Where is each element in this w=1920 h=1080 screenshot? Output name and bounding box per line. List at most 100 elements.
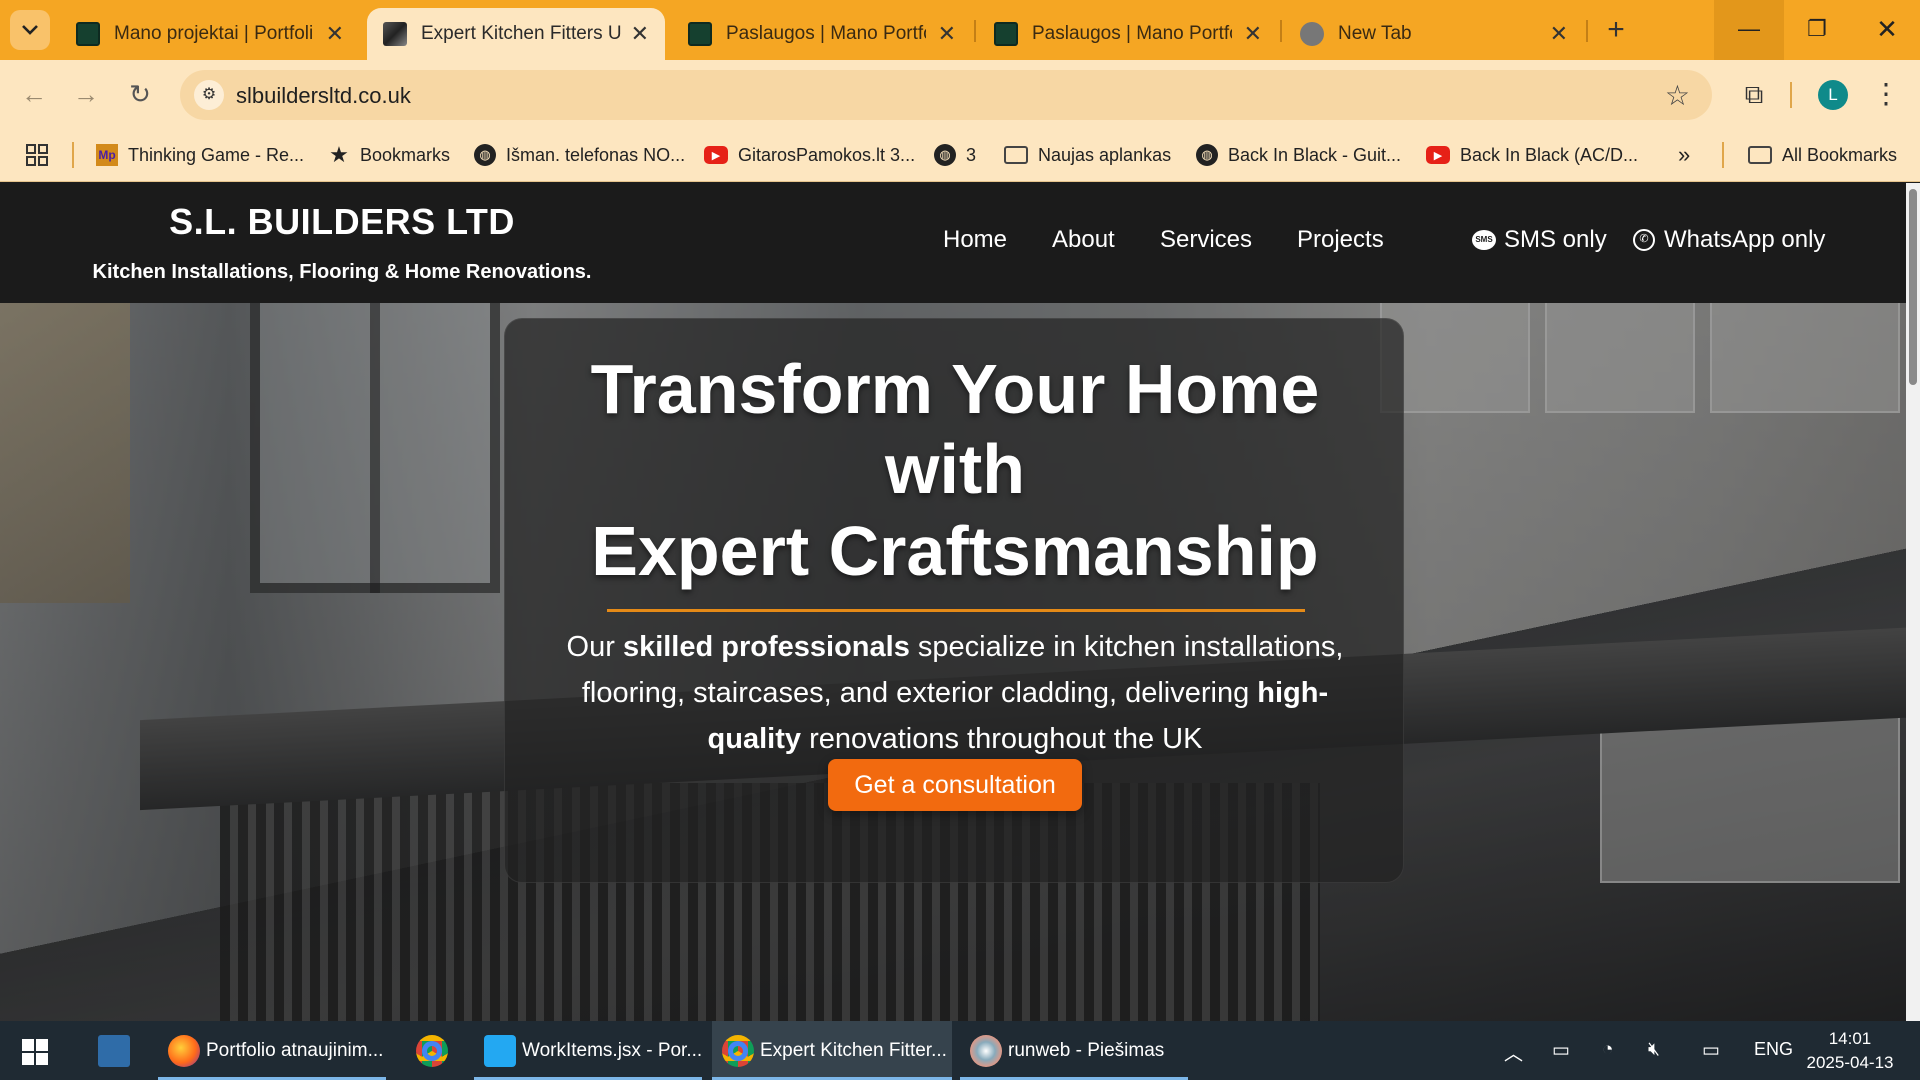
- bookmark-label: Naujas aplankas: [1038, 144, 1172, 165]
- tab-title: Mano projektai | Portfolio: [114, 23, 314, 44]
- close-tab-icon[interactable]: ✕: [1244, 21, 1262, 47]
- windows-start-icon[interactable]: [22, 1039, 48, 1065]
- get-consultation-button[interactable]: Get a consultation: [828, 759, 1082, 811]
- taskbar-app-remote[interactable]: [92, 1021, 136, 1080]
- site-header: S.L. BUILDERS LTD Kitchen Installations,…: [0, 183, 1906, 303]
- page-scrollbar[interactable]: [1906, 183, 1920, 1021]
- hero-card: Transform Your Home with Expert Craftsma…: [504, 318, 1404, 883]
- bookmark-divider: [1722, 142, 1724, 168]
- hero-heading-line-1: Transform Your Home: [590, 350, 1320, 428]
- close-window-button[interactable]: ✕: [1852, 0, 1920, 60]
- windows-taskbar: Portfolio atnaujinim... WorkItems.jsx - …: [0, 1021, 1920, 1080]
- tab-title: Expert Kitchen Fitters UK: [421, 23, 621, 44]
- nav-services[interactable]: Services: [1160, 226, 1252, 254]
- bookmark-label: Thinking Game - Re...: [128, 144, 305, 165]
- heading-underline: [607, 609, 1305, 612]
- scrollbar-thumb[interactable]: [1909, 189, 1917, 385]
- taskbar-paint[interactable]: runweb - Piešimas: [960, 1021, 1188, 1080]
- tab-title: New Tab: [1338, 23, 1412, 44]
- bookmark-item[interactable]: ▶ GitarosPamokos.lt 3...: [704, 142, 915, 168]
- toolbar-divider: [1790, 82, 1792, 108]
- menu-kebab-icon[interactable]: ⋮: [1868, 76, 1904, 112]
- youtube-icon: ▶: [704, 146, 728, 164]
- profile-avatar[interactable]: L: [1818, 80, 1848, 110]
- chrome-icon: [416, 1034, 448, 1067]
- bookmark-item[interactable]: ▶ Back In Black (AC/D...: [1426, 142, 1638, 168]
- nav-home[interactable]: Home: [943, 226, 1007, 254]
- bookmark-item[interactable]: Mp Thinking Game - Re...: [96, 142, 304, 168]
- folder-icon: [1748, 146, 1772, 164]
- whatsapp-label: WhatsApp only: [1664, 226, 1826, 253]
- taskbar-chrome[interactable]: [404, 1021, 460, 1080]
- sms-label: SMS only: [1504, 226, 1607, 253]
- new-tab-button[interactable]: +: [1598, 12, 1634, 48]
- close-tab-icon[interactable]: ✕: [326, 21, 344, 47]
- extensions-icon[interactable]: ⧉: [1736, 76, 1772, 112]
- restore-button[interactable]: ❐: [1782, 0, 1852, 60]
- new-tab-favicon-icon: [1300, 22, 1324, 46]
- tab-title: Paslaugos | Mano Portfolio: [726, 23, 926, 44]
- battery-icon[interactable]: ▭: [1552, 1039, 1570, 1062]
- browser-tab-active[interactable]: Expert Kitchen Fitters UK ✕: [367, 8, 665, 60]
- taskbar-label: Expert Kitchen Fitter...: [760, 1039, 947, 1061]
- bookmark-folder[interactable]: Naujas aplankas: [1004, 142, 1171, 168]
- browser-tab[interactable]: Paslaugos | Mano Portfolio ✕: [978, 8, 1278, 60]
- close-tab-icon[interactable]: ✕: [1550, 21, 1568, 47]
- forward-icon[interactable]: →: [68, 76, 104, 112]
- bookmark-item[interactable]: ◍ 3: [934, 142, 976, 168]
- globe-icon: ◍: [474, 144, 496, 166]
- bookmark-divider: [72, 142, 74, 168]
- brand-tagline: Kitchen Installations, Flooring & Home R…: [92, 261, 592, 283]
- tab-strip: Mano projektai | Portfolio ✕ Expert Kitc…: [0, 0, 1920, 60]
- browser-toolbar: ← → ↻ ⚙ slbuildersltd.co.uk ☆ ⧉ L ⋮: [0, 60, 1920, 128]
- volume-muted-icon[interactable]: 🔇︎: [1648, 1039, 1660, 1061]
- folder-icon: [1004, 146, 1028, 164]
- whatsapp-contact-link[interactable]: ✆ WhatsApp only: [1632, 226, 1825, 254]
- show-hidden-icons-chevron-icon[interactable]: ︿: [1504, 1039, 1523, 1066]
- bookmarks-bar: Mp Thinking Game - Re... ★ Bookmarks ◍ I…: [0, 128, 1920, 182]
- language-indicator[interactable]: ENG: [1754, 1039, 1793, 1060]
- nav-about[interactable]: About: [1052, 226, 1115, 254]
- browser-tab[interactable]: Paslaugos | Mano Portfolio ✕: [672, 8, 972, 60]
- chrome-icon: [722, 1034, 754, 1067]
- close-tab-icon[interactable]: ✕: [938, 21, 956, 47]
- bookmark-label: All Bookmarks: [1782, 144, 1898, 165]
- star-icon: ★: [329, 142, 349, 167]
- bookmark-star-icon[interactable]: ☆: [1665, 79, 1690, 112]
- address-bar[interactable]: ⚙ slbuildersltd.co.uk ☆: [180, 70, 1712, 120]
- reload-icon[interactable]: ↻: [122, 76, 158, 112]
- browser-tab[interactable]: New Tab ✕: [1284, 8, 1584, 60]
- sms-contact-link[interactable]: SMS SMS only: [1472, 226, 1607, 254]
- bookmark-label: Back In Black (AC/D...: [1460, 144, 1639, 165]
- taskbar-label: WorkItems.jsx - Por...: [522, 1039, 703, 1061]
- wifi-icon[interactable]: ◔: [1602, 1039, 1613, 1061]
- bookmark-label: 3: [966, 144, 977, 165]
- nav-projects[interactable]: Projects: [1297, 226, 1384, 254]
- tab-search-button[interactable]: [10, 10, 50, 50]
- bookmark-item[interactable]: ◍ Išman. telefonas NO...: [474, 142, 685, 168]
- bookmark-item[interactable]: ★ Bookmarks: [328, 142, 450, 168]
- bookmark-label: Back In Black - Guit...: [1228, 144, 1402, 165]
- bookmark-item[interactable]: ◍ Back In Black - Guit...: [1196, 142, 1401, 168]
- apps-grid-icon[interactable]: [26, 142, 48, 168]
- clock[interactable]: 14:01 2025-04-13: [1800, 1027, 1900, 1075]
- display-icon[interactable]: ▭: [1702, 1039, 1720, 1062]
- site-settings-icon[interactable]: ⚙: [194, 80, 224, 110]
- back-icon[interactable]: ←: [16, 76, 52, 112]
- taskbar-firefox[interactable]: Portfolio atnaujinim...: [158, 1021, 386, 1080]
- bookmark-label: Bookmarks: [360, 144, 451, 165]
- bookmark-label: GitarosPamokos.lt 3...: [738, 144, 916, 165]
- site-favicon-icon: [688, 22, 712, 46]
- minimize-button[interactable]: —: [1714, 0, 1784, 60]
- bookmark-label: Išman. telefonas NO...: [506, 144, 686, 165]
- close-tab-icon[interactable]: ✕: [631, 21, 649, 47]
- all-bookmarks-folder[interactable]: All Bookmarks: [1748, 142, 1897, 168]
- browser-tab[interactable]: Mano projektai | Portfolio ✕: [60, 8, 360, 60]
- url-text[interactable]: slbuildersltd.co.uk: [236, 83, 411, 109]
- taskbar-vscode[interactable]: WorkItems.jsx - Por...: [474, 1021, 702, 1080]
- more-bookmarks-chevron-icon[interactable]: »: [1678, 142, 1690, 168]
- globe-icon: ◍: [1196, 144, 1218, 166]
- brand-name[interactable]: S.L. BUILDERS LTD: [0, 201, 684, 243]
- tab-divider: [1280, 20, 1282, 42]
- taskbar-chrome-active[interactable]: Expert Kitchen Fitter...: [712, 1021, 952, 1080]
